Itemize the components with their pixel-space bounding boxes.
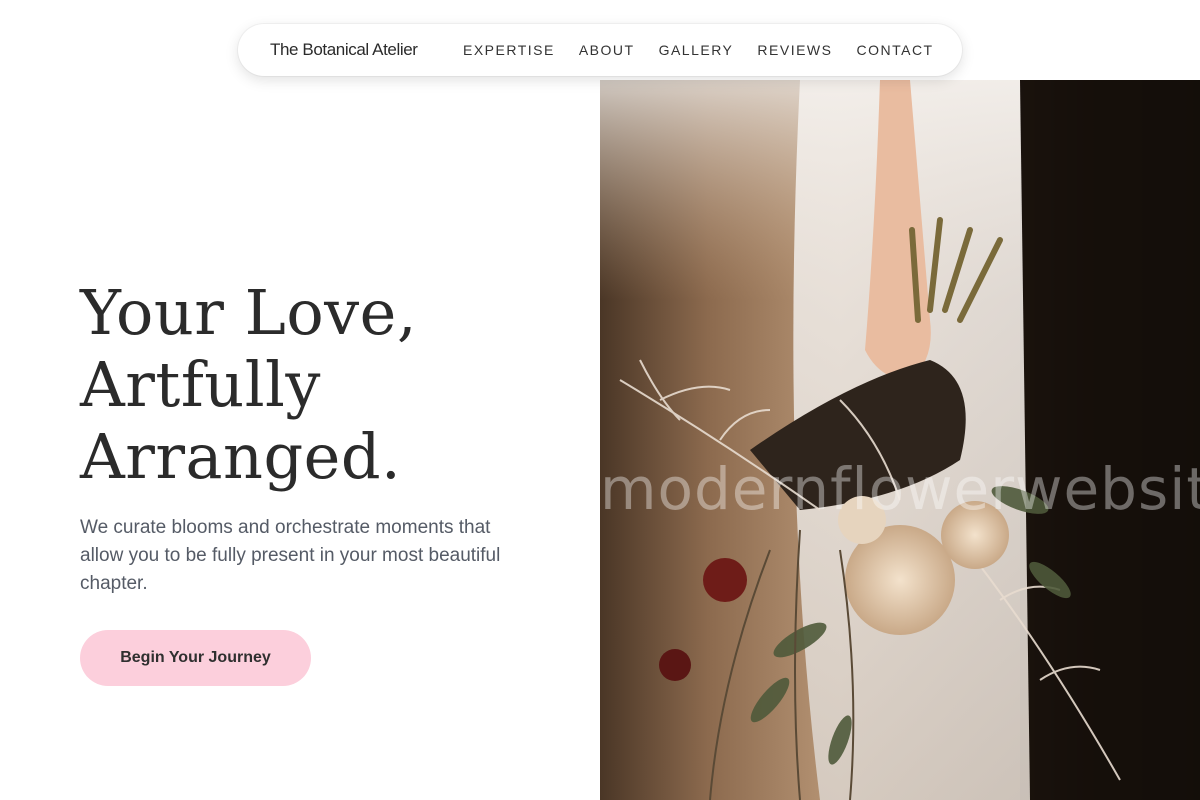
hero-title-line-2: Artfully	[80, 348, 321, 421]
nav-link-contact[interactable]: CONTACT	[856, 42, 933, 58]
nav-link-about[interactable]: ABOUT	[579, 42, 635, 58]
hero-title: Your Love, Artfully Arranged.	[80, 277, 580, 493]
hero-title-line-1: Your Love,	[80, 276, 418, 349]
nav-links: EXPERTISE ABOUT GALLERY REVIEWS CONTACT	[463, 42, 934, 58]
hero-subtitle: We curate blooms and orchestrate moments…	[80, 517, 501, 594]
begin-journey-button[interactable]: Begin Your Journey	[80, 630, 311, 686]
nav-link-expertise[interactable]: EXPERTISE	[463, 42, 555, 58]
bouquet-illustration	[600, 80, 1200, 800]
brand-logo[interactable]: The Botanical Atelier	[270, 40, 418, 60]
hero-bouquet-image	[600, 80, 1200, 800]
top-navigation: The Botanical Atelier EXPERTISE ABOUT GA…	[238, 24, 962, 76]
nav-link-gallery[interactable]: GALLERY	[659, 42, 734, 58]
hero-title-line-3: Arranged.	[80, 420, 402, 493]
nav-link-reviews[interactable]: REVIEWS	[757, 42, 832, 58]
